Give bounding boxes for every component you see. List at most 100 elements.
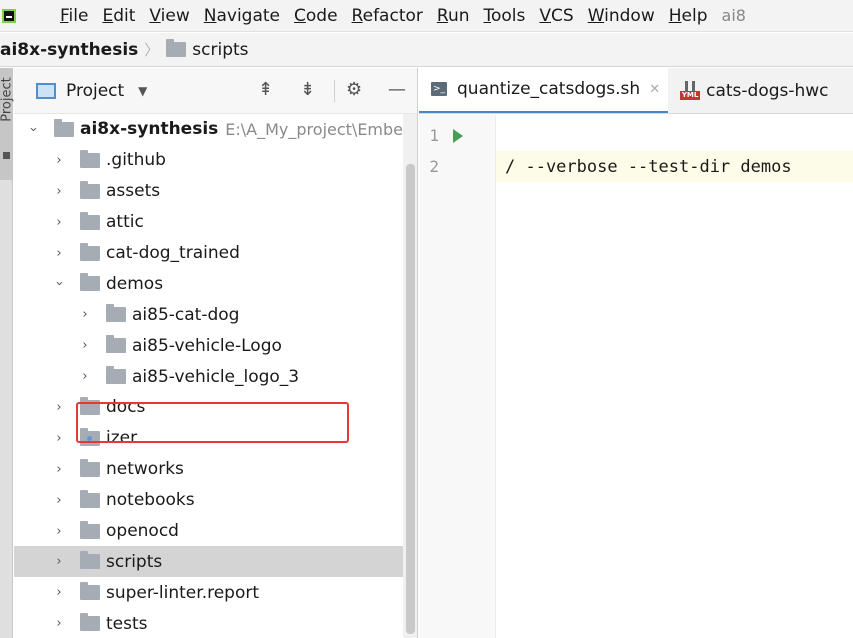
chevron-right-icon[interactable]: ›	[54, 554, 64, 569]
chevron-right-icon[interactable]: ›	[54, 585, 64, 600]
folder-icon	[80, 582, 100, 601]
chevron-right-icon[interactable]: ›	[80, 338, 90, 353]
package-folder-icon	[80, 427, 100, 446]
tree-row[interactable]: › izer	[14, 423, 417, 454]
tree-item-label: docs	[106, 397, 146, 418]
folder-icon	[80, 520, 100, 539]
folder-icon	[80, 458, 100, 477]
tree-item-label: attic	[106, 212, 144, 233]
tree-item-label: assets	[106, 181, 161, 202]
chevron-expanded-icon[interactable]: ›	[52, 279, 67, 289]
window-title: ai8	[721, 6, 746, 25]
menu-help[interactable]: Help	[669, 6, 708, 26]
menu-file[interactable]: File	[60, 6, 88, 26]
folder-icon	[80, 489, 100, 508]
menu-view[interactable]: View	[149, 6, 189, 26]
tool-tab-marker-icon	[3, 152, 10, 159]
tree-scrollbar-thumb[interactable]	[406, 164, 415, 634]
breadcrumb-root[interactable]: ai8x-synthesis	[0, 40, 138, 60]
folder-icon	[80, 242, 100, 261]
tree-row[interactable]: › super-linter.report	[14, 577, 417, 608]
tree-item-label: tests	[106, 613, 148, 634]
collapse-all-icon[interactable]: ⇟	[300, 80, 315, 100]
menu-edit[interactable]: Edit	[102, 6, 135, 26]
folder-icon	[80, 180, 100, 199]
tree-scrollbar[interactable]	[403, 114, 417, 638]
tree-item-label: .github	[106, 150, 166, 171]
tab-label: cats-dogs-hwc	[706, 80, 829, 101]
line-number: 2	[429, 157, 439, 176]
folder-icon	[106, 304, 126, 323]
tree-item-label: ai85-cat-dog	[132, 304, 240, 325]
chevron-right-icon[interactable]: ›	[54, 153, 64, 168]
chevron-right-icon[interactable]: ›	[54, 524, 64, 539]
tree-item-label: scripts	[106, 551, 163, 572]
chevron-right-icon[interactable]: ›	[54, 431, 64, 446]
tree-row[interactable]: › notebooks	[14, 485, 417, 516]
menu-refactor[interactable]: Refactor	[352, 6, 423, 26]
tab-cats-dogs-hwc[interactable]: YML cats-dogs-hwc	[668, 68, 836, 113]
tree-row[interactable]: › docs	[14, 392, 417, 423]
tree-row-highlighted[interactable]: › ai85-vehicle_logo_3	[14, 361, 417, 392]
hide-panel-icon[interactable]: —	[388, 80, 406, 100]
chevron-right-icon[interactable]: ›	[80, 307, 90, 322]
tree-row[interactable]: › openocd	[14, 516, 417, 547]
tree-item-label: ai85-vehicle-Logo	[132, 335, 282, 356]
tree-item-label: super-linter.report	[106, 582, 260, 603]
chevron-right-icon[interactable]: ›	[54, 616, 64, 631]
tree-row-demos[interactable]: › demos	[14, 268, 417, 299]
tree-row-root[interactable]: › ai8x-synthesis E:\A_My_project\Embe	[14, 114, 417, 145]
folder-icon	[166, 39, 187, 57]
gear-icon[interactable]: ⚙	[346, 80, 362, 100]
tree-row[interactable]: › networks	[14, 454, 417, 485]
folder-icon	[54, 118, 74, 137]
tree-row[interactable]: › assets	[14, 176, 417, 207]
folder-icon	[106, 366, 126, 385]
project-panel: Project ▼ ⇞ ⇟ ⚙ — › ai8x-synthesis E:\A_…	[14, 68, 418, 638]
menu-run[interactable]: Run	[437, 6, 470, 26]
chevron-down-icon[interactable]: ▼	[138, 84, 147, 98]
tree-row-selected[interactable]: › scripts	[14, 546, 417, 578]
close-icon[interactable]: ✕	[649, 82, 660, 97]
shell-script-icon: >_	[431, 82, 447, 96]
tab-quantize-catsdogs[interactable]: >_ quantize_catsdogs.sh ✕	[419, 68, 669, 113]
breadcrumb: ai8x-synthesis 〉 scripts	[0, 33, 853, 67]
tree-row[interactable]: › ai85-vehicle-Logo	[14, 330, 417, 361]
chevron-expanded-icon[interactable]: ›	[26, 124, 41, 134]
folder-icon	[80, 613, 100, 632]
tree-item-label: cat-dog_trained	[106, 243, 240, 263]
tree-row[interactable]: › .github	[14, 145, 417, 176]
chevron-right-icon[interactable]: ›	[80, 369, 90, 384]
tree-row[interactable]: › tests	[14, 608, 417, 638]
tree-row[interactable]: › ai85-cat-dog	[14, 299, 417, 330]
folder-icon	[80, 149, 100, 168]
tree-row[interactable]: › cat-dog_trained	[14, 238, 417, 269]
tree-row[interactable]: › attic	[14, 207, 417, 238]
code-line-1: 1	[419, 120, 463, 151]
chevron-right-icon[interactable]: ›	[54, 184, 64, 199]
menu-vcs[interactable]: VCS	[539, 6, 573, 26]
chevron-right-icon[interactable]: ›	[54, 493, 64, 508]
menu-window[interactable]: Window	[588, 6, 655, 26]
tab-label: quantize_catsdogs.sh	[457, 79, 641, 99]
menu-code[interactable]: Code	[294, 6, 338, 26]
breadcrumb-child[interactable]: scripts	[192, 40, 248, 60]
chevron-right-icon[interactable]: ›	[54, 462, 64, 477]
menu-tools[interactable]: Tools	[484, 6, 526, 26]
run-gutter-icon[interactable]	[453, 128, 463, 143]
folder-icon	[80, 273, 100, 292]
project-tool-tab[interactable]: Project	[0, 68, 15, 180]
project-tree: › ai8x-synthesis E:\A_My_project\Embe › …	[14, 114, 417, 638]
code-text-line-2[interactable]: / --verbose --test-dir demos	[505, 157, 792, 177]
code-line-2-gutter: 2	[419, 151, 439, 182]
expand-all-icon[interactable]: ⇞	[258, 80, 273, 100]
chevron-right-icon[interactable]: ›	[54, 246, 64, 261]
project-panel-title[interactable]: Project	[66, 81, 124, 101]
project-window-icon	[36, 82, 56, 99]
tree-item-label: notebooks	[106, 490, 195, 511]
tree-item-label: izer	[106, 428, 138, 449]
app-logo-icon	[2, 8, 16, 23]
chevron-right-icon[interactable]: ›	[54, 400, 64, 415]
menu-navigate[interactable]: Navigate	[204, 6, 280, 26]
chevron-right-icon[interactable]: ›	[54, 215, 64, 230]
